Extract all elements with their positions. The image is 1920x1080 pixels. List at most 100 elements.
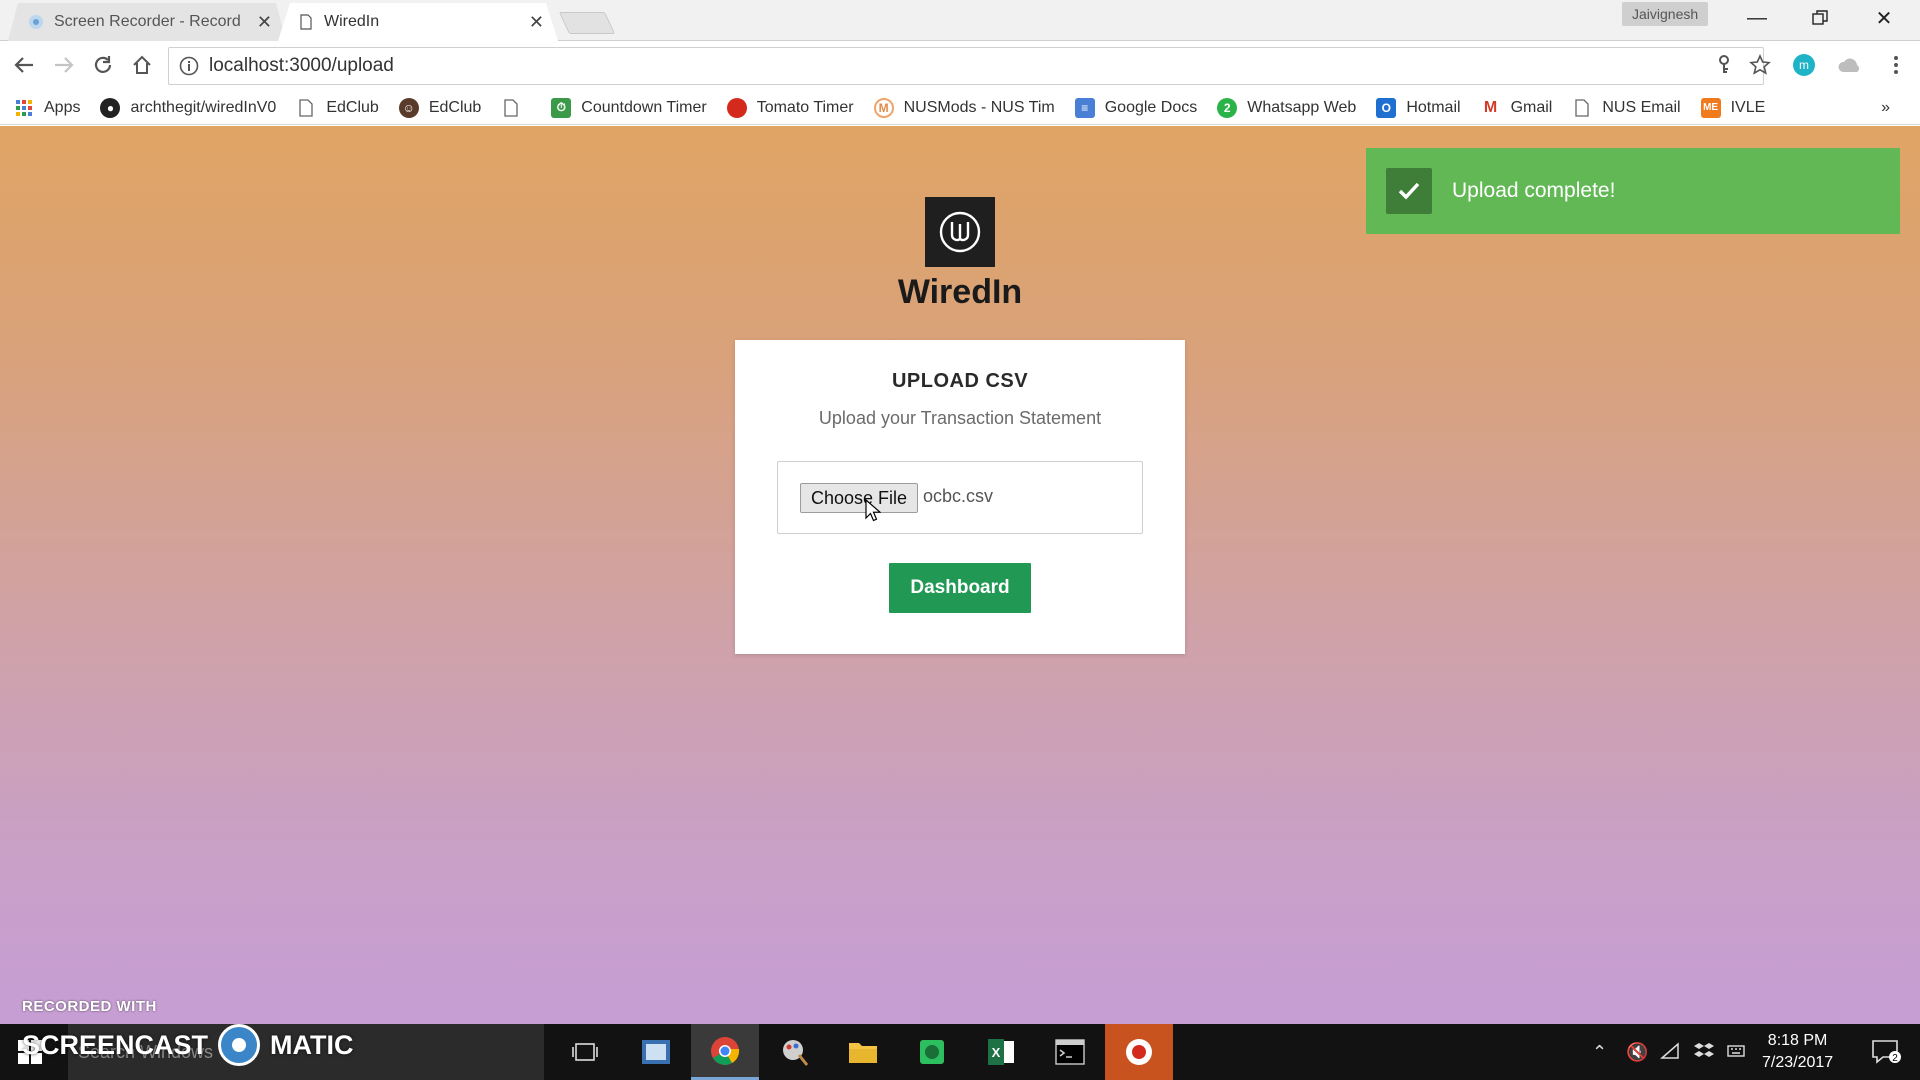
- gmail-icon: M: [1480, 97, 1501, 118]
- menu-kebab-icon[interactable]: [1878, 47, 1914, 83]
- bookmark-blank[interactable]: [501, 98, 531, 118]
- bookmark-label: Whatsapp Web: [1247, 98, 1357, 116]
- new-tab-button[interactable]: [558, 12, 616, 34]
- evernote-app-icon[interactable]: [898, 1024, 966, 1080]
- svg-text:m: m: [1799, 58, 1809, 72]
- back-arrow-icon[interactable]: [6, 47, 42, 83]
- choose-file-button[interactable]: Choose File: [800, 483, 919, 513]
- extension-cloud-icon[interactable]: [1832, 47, 1868, 83]
- tomato-icon: [726, 97, 747, 118]
- bookmark-label: Google Docs: [1104, 98, 1198, 116]
- close-tab-icon[interactable]: ✕: [257, 12, 272, 33]
- restore-icon[interactable]: [1789, 0, 1851, 36]
- bookmark-apps[interactable]: Apps: [14, 98, 80, 118]
- robot-icon: ☺: [398, 97, 419, 118]
- file-manager-app-icon[interactable]: [622, 1024, 690, 1080]
- browser-tab-strip: Screen Recorder - Record ✕ WiredIn ✕ Jai…: [0, 0, 1920, 41]
- bookmark-label: NUSMods - NUS Tim: [903, 98, 1055, 116]
- tab-title: WiredIn: [324, 13, 380, 30]
- apps-grid-icon: [14, 98, 34, 118]
- bookmark-github[interactable]: ● archthegit/wiredInV0: [100, 97, 277, 118]
- bookmark-label: IVLE: [1730, 98, 1766, 116]
- clock-date: 7/23/2017: [1762, 1054, 1834, 1071]
- mouse-cursor-icon: [865, 499, 881, 522]
- bookmarks-bar: Apps ● archthegit/wiredInV0 EdClub ☺ EdC…: [0, 91, 1920, 125]
- bookmark-label: Apps: [44, 98, 81, 116]
- bookmark-star-icon[interactable]: [1742, 47, 1778, 83]
- upload-card: UPLOAD CSV Upload your Transaction State…: [735, 340, 1185, 654]
- notification-count: 2: [1892, 1053, 1898, 1064]
- key-icon[interactable]: [1706, 47, 1742, 83]
- file-input-group: Choose File ocbc.csv: [777, 461, 1143, 534]
- chrome-app-icon[interactable]: [691, 1024, 759, 1080]
- network-icon[interactable]: [1660, 1042, 1680, 1065]
- bookmark-label: NUS Email: [1602, 98, 1681, 116]
- bookmark-google-docs[interactable]: ≡ Google Docs: [1074, 97, 1198, 118]
- bookmark-tomato-timer[interactable]: Tomato Timer: [726, 97, 854, 118]
- docs-icon: ≡: [1074, 97, 1095, 118]
- timer-icon: ⏱: [551, 97, 572, 118]
- page-content: WiredIn UPLOAD CSV Upload your Transacti…: [0, 126, 1920, 1024]
- bookmark-label: EdClub: [428, 98, 482, 116]
- card-title: UPLOAD CSV: [891, 370, 1029, 392]
- dropbox-icon[interactable]: [1694, 1042, 1714, 1065]
- folder-app-icon[interactable]: [829, 1024, 897, 1080]
- bookmark-countdown-timer[interactable]: ⏱ Countdown Timer: [551, 97, 707, 118]
- bookmark-label: archthegit/wiredInV0: [130, 98, 277, 116]
- github-icon: ●: [100, 97, 121, 118]
- page-icon: [1572, 98, 1592, 118]
- bookmark-edclub-1[interactable]: EdClub: [296, 98, 379, 118]
- outlook-icon: O: [1376, 97, 1397, 118]
- clock-time: 8:18 PM: [1767, 1032, 1828, 1049]
- paint-app-icon[interactable]: [760, 1024, 828, 1080]
- excel-app-icon[interactable]: X: [967, 1024, 1035, 1080]
- bookmark-nus-email[interactable]: NUS Email: [1572, 98, 1681, 118]
- close-window-icon[interactable]: ✕: [1853, 0, 1915, 36]
- bookmark-nusmods[interactable]: M NUSMods - NUS Tim: [873, 97, 1055, 118]
- watermark-left: SCREENCAST: [22, 1029, 209, 1060]
- terminal-app-icon[interactable]: [1036, 1024, 1104, 1080]
- url-text[interactable]: localhost:3000/upload: [209, 55, 394, 77]
- bookmark-gmail[interactable]: M Gmail: [1480, 97, 1552, 118]
- bookmark-label: Countdown Timer: [581, 98, 707, 116]
- info-icon[interactable]: [179, 56, 199, 76]
- reload-icon[interactable]: [85, 47, 121, 83]
- screencast-tab-icon: [28, 14, 44, 30]
- tab-wiredin[interactable]: WiredIn ✕: [278, 3, 558, 41]
- brand-title: WiredIn: [897, 273, 1023, 311]
- close-tab-icon[interactable]: ✕: [529, 12, 544, 33]
- extension-m-icon[interactable]: m: [1786, 47, 1822, 83]
- forward-arrow-icon[interactable]: [46, 47, 82, 83]
- bookmark-whatsapp[interactable]: 2 Whatsapp Web: [1217, 97, 1357, 118]
- tab-screen-recorder[interactable]: Screen Recorder - Record ✕: [8, 3, 286, 41]
- page-icon: [501, 98, 521, 118]
- dashboard-button[interactable]: Dashboard: [889, 563, 1031, 613]
- keyboard-language-icon[interactable]: [1726, 1042, 1746, 1065]
- notifications-icon[interactable]: 2: [1852, 1024, 1920, 1080]
- screencast-watermark: SCREENCAST MATIC: [22, 1024, 354, 1066]
- bookmark-hotmail[interactable]: O Hotmail: [1376, 97, 1461, 118]
- wiredin-logo-icon: [939, 211, 981, 253]
- upload-complete-toast[interactable]: Upload complete!: [1366, 148, 1900, 234]
- screen-recorder-app-icon[interactable]: [1105, 1024, 1173, 1080]
- task-view-icon[interactable]: [551, 1024, 619, 1080]
- card-subtitle: Upload your Transaction Statement: [818, 408, 1102, 428]
- bookmarks-overflow-button[interactable]: »: [1881, 99, 1890, 117]
- bookmark-label: Hotmail: [1406, 98, 1461, 116]
- toast-message: Upload complete!: [1452, 179, 1616, 202]
- whatsapp-icon: 2: [1217, 97, 1238, 118]
- bookmark-ivle[interactable]: ME IVLE: [1700, 97, 1766, 118]
- bookmark-edclub-2[interactable]: ☺ EdClub: [398, 97, 482, 118]
- browser-toolbar: localhost:3000/upload m: [0, 41, 1920, 91]
- screencast-logo-icon: [218, 1024, 261, 1066]
- profile-name-badge[interactable]: Jaivignesh: [1622, 2, 1709, 26]
- address-bar[interactable]: localhost:3000/upload: [168, 47, 1764, 85]
- home-icon[interactable]: [124, 47, 160, 83]
- check-icon: [1386, 168, 1432, 214]
- wiredin-logo: [925, 197, 995, 267]
- volume-muted-icon[interactable]: 🔇: [1626, 1042, 1648, 1063]
- system-clock[interactable]: 8:18 PM 7/23/2017: [1762, 1030, 1833, 1074]
- minimize-icon[interactable]: —: [1726, 0, 1788, 36]
- nusmods-icon: M: [873, 97, 894, 118]
- tray-chevron-up-icon[interactable]: ⌃: [1592, 1042, 1607, 1063]
